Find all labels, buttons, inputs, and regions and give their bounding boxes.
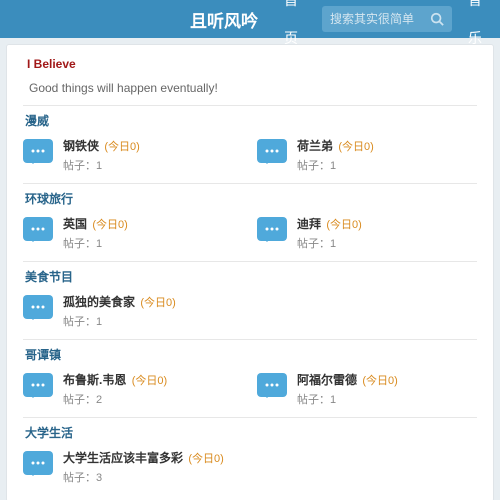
post-count: 帖子：1	[297, 391, 398, 407]
forum-name[interactable]: 英国	[63, 217, 87, 231]
today-count: (今日0)	[132, 375, 167, 387]
chat-bubble-icon	[257, 217, 287, 241]
forum-row: 大学生活应该丰富多彩 (今日0) 帖子：3	[23, 449, 477, 485]
hero-title: I Believe	[27, 57, 477, 71]
forum-name[interactable]: 大学生活应该丰富多彩	[63, 451, 183, 465]
section-title[interactable]: 大学生活	[25, 424, 477, 441]
chat-bubble-icon	[23, 217, 53, 241]
forum-item[interactable]: 荷兰弟 (今日0) 帖子：1	[257, 137, 477, 173]
forum-item[interactable]: 大学生活应该丰富多彩 (今日0) 帖子：3	[23, 449, 233, 485]
forum-section: 环球旅行英国 (今日0) 帖子：1 迪拜 (今日0) 帖子：1	[23, 183, 477, 251]
today-count: (今日0)	[188, 453, 223, 465]
post-count: 帖子：1	[297, 157, 374, 173]
post-count: 帖子：1	[63, 157, 140, 173]
forum-text: 布鲁斯.韦恩 (今日0) 帖子：2	[63, 371, 167, 407]
post-count: 帖子：1	[63, 313, 176, 329]
navbar: 且听风吟 首页 音乐	[0, 0, 500, 38]
forum-section: 大学生活大学生活应该丰富多彩 (今日0) 帖子：3	[23, 417, 477, 485]
forum-name[interactable]: 钢铁侠	[63, 139, 99, 153]
section-title[interactable]: 哥谭镇	[25, 346, 477, 363]
forum-row: 英国 (今日0) 帖子：1 迪拜 (今日0) 帖子：1	[23, 215, 477, 251]
chat-bubble-icon	[257, 373, 287, 397]
chat-bubble-icon	[23, 451, 53, 475]
section-title[interactable]: 漫威	[25, 112, 477, 129]
post-count: 帖子：1	[297, 235, 362, 251]
forum-item[interactable]: 迪拜 (今日0) 帖子：1	[257, 215, 477, 251]
today-count: (今日0)	[338, 141, 373, 153]
today-count: (今日0)	[362, 375, 397, 387]
today-count: (今日0)	[104, 141, 139, 153]
forum-text: 大学生活应该丰富多彩 (今日0) 帖子：3	[63, 449, 224, 485]
section-title[interactable]: 环球旅行	[25, 190, 477, 207]
forum-item[interactable]: 孤独的美食家 (今日0) 帖子：1	[23, 293, 233, 329]
forum-name[interactable]: 迪拜	[297, 217, 321, 231]
today-count: (今日0)	[92, 219, 127, 231]
forum-text: 钢铁侠 (今日0) 帖子：1	[63, 137, 140, 173]
forum-section: 哥谭镇布鲁斯.韦恩 (今日0) 帖子：2 阿福尔雷德 (今日0) 帖子：1	[23, 339, 477, 407]
search-input[interactable]	[330, 12, 430, 26]
post-count: 帖子：3	[63, 469, 224, 485]
chat-bubble-icon	[23, 373, 53, 397]
forum-text: 迪拜 (今日0) 帖子：1	[297, 215, 362, 251]
forum-text: 孤独的美食家 (今日0) 帖子：1	[63, 293, 176, 329]
forum-section: 美食节目孤独的美食家 (今日0) 帖子：1	[23, 261, 477, 329]
forum-section: 漫威钢铁侠 (今日0) 帖子：1 荷兰弟 (今日0) 帖子：1	[23, 105, 477, 173]
forum-row: 钢铁侠 (今日0) 帖子：1 荷兰弟 (今日0) 帖子：1	[23, 137, 477, 173]
hero-subtitle: Good things will happen eventually!	[29, 81, 477, 95]
forum-name[interactable]: 荷兰弟	[297, 139, 333, 153]
forum-name[interactable]: 阿福尔雷德	[297, 373, 357, 387]
post-count: 帖子：1	[63, 235, 128, 251]
forum-text: 英国 (今日0) 帖子：1	[63, 215, 128, 251]
forum-name[interactable]: 布鲁斯.韦恩	[63, 373, 126, 387]
forum-item[interactable]: 阿福尔雷德 (今日0) 帖子：1	[257, 371, 477, 407]
section-title[interactable]: 美食节目	[25, 268, 477, 285]
forum-row: 布鲁斯.韦恩 (今日0) 帖子：2 阿福尔雷德 (今日0) 帖子：1	[23, 371, 477, 407]
chat-bubble-icon	[257, 139, 287, 163]
search-box[interactable]	[322, 6, 452, 32]
search-icon[interactable]	[430, 12, 444, 26]
chat-bubble-icon	[23, 139, 53, 163]
today-count: (今日0)	[326, 219, 361, 231]
main-panel: I Believe Good things will happen eventu…	[6, 44, 494, 500]
forum-text: 阿福尔雷德 (今日0) 帖子：1	[297, 371, 398, 407]
forum-item[interactable]: 钢铁侠 (今日0) 帖子：1	[23, 137, 233, 173]
forum-text: 荷兰弟 (今日0) 帖子：1	[297, 137, 374, 173]
site-brand[interactable]: 且听风吟	[180, 7, 268, 32]
forum-row: 孤独的美食家 (今日0) 帖子：1	[23, 293, 477, 329]
chat-bubble-icon	[23, 295, 53, 319]
forum-item[interactable]: 英国 (今日0) 帖子：1	[23, 215, 233, 251]
today-count: (今日0)	[140, 297, 175, 309]
post-count: 帖子：2	[63, 391, 167, 407]
forum-item[interactable]: 布鲁斯.韦恩 (今日0) 帖子：2	[23, 371, 233, 407]
forum-name[interactable]: 孤独的美食家	[63, 295, 135, 309]
